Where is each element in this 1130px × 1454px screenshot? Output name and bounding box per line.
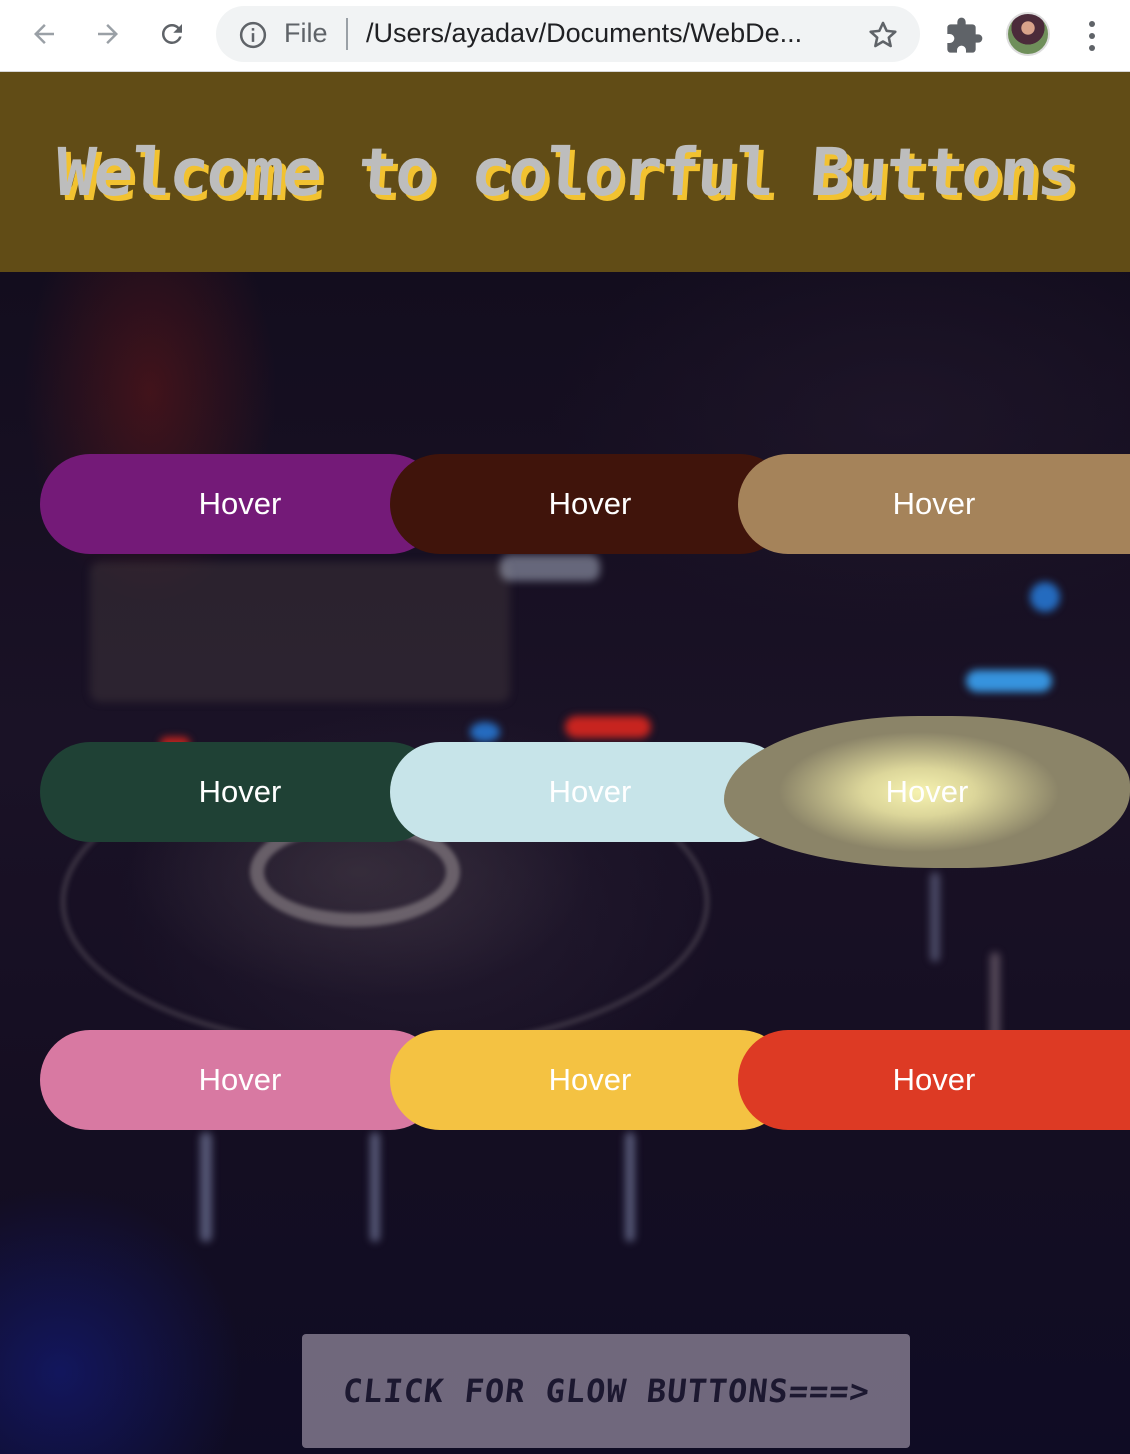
page-header: Welcome to colorful Buttons	[0, 72, 1130, 272]
omnibox-divider	[346, 18, 348, 50]
kebab-menu-icon[interactable]	[1080, 16, 1104, 56]
hover-button-cream-glow[interactable]: Hover	[724, 716, 1130, 868]
hover-button-label: Hover	[548, 486, 632, 521]
fader	[370, 1132, 380, 1242]
back-button[interactable]	[24, 14, 64, 54]
hover-button-label: Hover	[548, 1062, 632, 1097]
hover-button-label: Hover	[892, 486, 976, 521]
hover-button-tan[interactable]: Hover	[738, 454, 1130, 554]
arrow-right-icon	[98, 24, 118, 44]
hover-button-pink[interactable]: Hover	[40, 1030, 440, 1130]
hover-button-label: Hover	[548, 774, 632, 809]
controller-light-blue	[966, 670, 1052, 692]
arrow-left-icon	[34, 24, 54, 44]
hover-button-purple[interactable]: Hover	[40, 454, 440, 554]
controller-pads	[90, 562, 510, 702]
fader	[930, 872, 940, 962]
glow-buttons-link-label: CLICK FOR GLOW BUTTONS===>	[340, 1372, 872, 1410]
controller-light-blue-dot	[1030, 582, 1060, 612]
hover-button-label: Hover	[892, 1062, 976, 1097]
reload-button[interactable]	[152, 14, 192, 54]
hover-button-red[interactable]: Hover	[738, 1030, 1130, 1130]
profile-avatar[interactable]	[1006, 12, 1050, 56]
hover-button-dark-green[interactable]: Hover	[40, 742, 440, 842]
controller-light-small	[470, 722, 500, 742]
hover-button-label: Hover	[198, 1062, 282, 1097]
browser-toolbar: File /Users/ayadav/Documents/WebDe...	[0, 0, 1130, 72]
fader	[200, 1132, 212, 1242]
forward-button[interactable]	[88, 14, 128, 54]
controller-light-red	[565, 716, 651, 738]
glow-buttons-link[interactable]: CLICK FOR GLOW BUTTONS===>	[302, 1334, 910, 1448]
extensions-puzzle-icon[interactable]	[944, 16, 984, 56]
hover-button-label: Hover	[885, 774, 969, 809]
page-title: Welcome to colorful Buttons	[52, 133, 1078, 211]
info-icon[interactable]	[238, 20, 268, 50]
hover-button-maroon[interactable]: Hover	[390, 454, 790, 554]
hover-button-label: Hover	[198, 774, 282, 809]
fader	[625, 1132, 635, 1242]
bookmark-star-icon[interactable]	[866, 18, 900, 52]
hover-button-yellow[interactable]: Hover	[390, 1030, 790, 1130]
url-scheme-label: File	[284, 18, 328, 48]
hover-button-label: Hover	[198, 486, 282, 521]
controller-light	[500, 555, 600, 581]
reload-icon	[161, 23, 182, 44]
url-text[interactable]: /Users/ayadav/Documents/WebDe...	[366, 18, 846, 49]
